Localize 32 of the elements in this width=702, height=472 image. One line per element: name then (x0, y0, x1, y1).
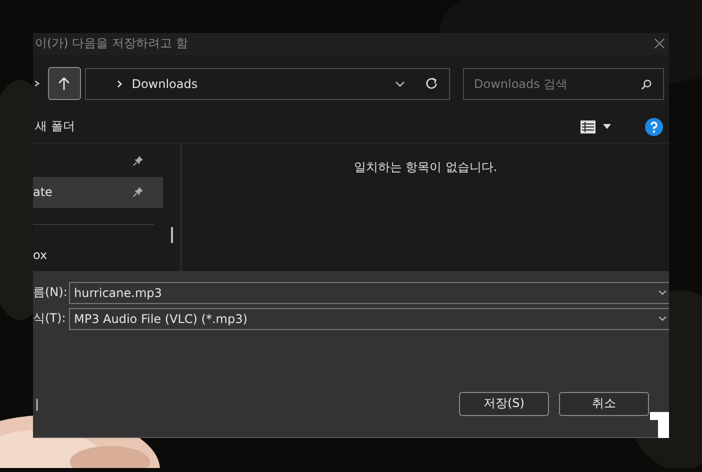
up-arrow-icon (58, 76, 70, 91)
resize-grip-icon[interactable] (650, 412, 669, 438)
address-bar[interactable]: Downloads (84, 68, 450, 100)
up-button[interactable] (48, 67, 81, 100)
field-label: 식(T): (33, 310, 67, 328)
status-text: | (35, 396, 40, 411)
field-label: 름(N): (33, 284, 68, 302)
chevron-icon (116, 80, 123, 88)
scrollbar-thumb[interactable] (171, 226, 173, 243)
search-icon[interactable] (641, 78, 652, 90)
help-icon[interactable] (645, 118, 663, 136)
empty-message: 일치하는 항목이 없습니다. (354, 158, 498, 176)
dropdown-icon[interactable] (658, 316, 667, 322)
path-text: Downloads (132, 76, 199, 91)
input-field[interactable]: hurricane.mp3 (69, 282, 669, 304)
window-title: 이(가) 다음을 저장하려고 함 (35, 35, 189, 52)
chevron-icon[interactable] (35, 80, 40, 88)
close-icon[interactable] (654, 38, 665, 50)
search-field[interactable]: Downloads 검색 (463, 68, 664, 100)
refresh-icon[interactable] (425, 77, 438, 90)
input-field[interactable]: MP3 Audio File (VLC) (*.mp3) (69, 308, 669, 330)
sidebar-item[interactable]: ate (33, 176, 163, 208)
pin-icon[interactable] (133, 187, 143, 198)
new-folder-button[interactable]: 새 폴더 (35, 118, 75, 136)
caret-icon[interactable] (603, 124, 611, 130)
sidebar-item[interactable]: ox (33, 240, 163, 271)
dropdown-icon[interactable] (395, 80, 405, 87)
view-icon[interactable] (580, 120, 596, 134)
cancel-button[interactable]: 취소 (559, 392, 649, 416)
save-button[interactable]: 저장(S) (459, 392, 549, 416)
dropdown-icon[interactable] (658, 290, 667, 296)
pin-icon[interactable] (133, 156, 143, 166)
